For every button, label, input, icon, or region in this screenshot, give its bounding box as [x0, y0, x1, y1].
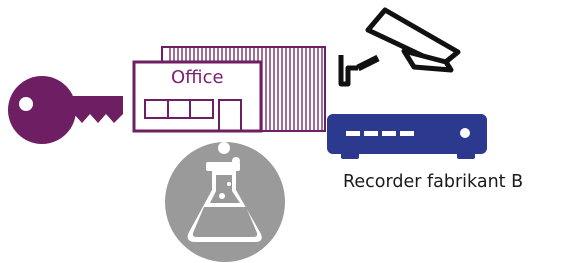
lab-flask-icon	[165, 142, 285, 262]
office-label: Office	[171, 67, 224, 88]
recorder-caption: Recorder fabrikant B	[343, 172, 524, 192]
office-building-icon	[132, 46, 326, 133]
video-recorder-icon	[327, 114, 487, 159]
key-icon	[8, 76, 123, 144]
security-setup-diagram: Office Recorder fabrikant B	[0, 0, 582, 263]
security-camera-icon	[338, 7, 461, 87]
